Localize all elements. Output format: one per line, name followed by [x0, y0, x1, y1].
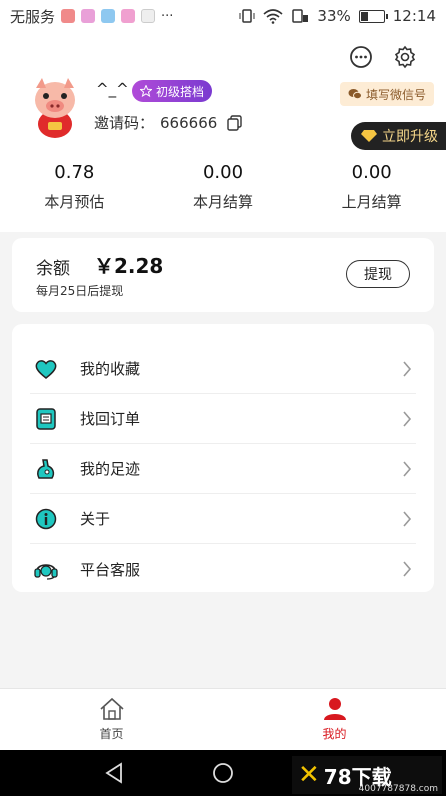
stat-value: 0.00 — [351, 162, 392, 183]
watermark-logo-icon: ✕ — [298, 760, 320, 790]
tab-mine[interactable]: 我的 — [223, 689, 446, 750]
tab-home[interactable]: 首页 — [0, 689, 223, 750]
stat-label: 上月结算 — [341, 193, 402, 211]
menu-label: 我的足迹 — [80, 460, 141, 478]
message-icon[interactable] — [348, 44, 374, 70]
copy-icon[interactable] — [227, 114, 243, 131]
settings-gear-icon[interactable] — [392, 44, 418, 70]
stat-monthly-estimate[interactable]: 0.78 本月预估 — [0, 162, 149, 212]
wechat-label: 填写微信号 — [365, 87, 426, 102]
menu-label: 关于 — [80, 510, 111, 528]
info-icon — [34, 507, 58, 531]
balance-amount: ￥2.28 — [94, 254, 164, 278]
nickname: ^_^ — [96, 80, 129, 98]
stat-value: 0.00 — [202, 162, 244, 183]
status-bar: 无服务 ··· 33% 12:14 — [0, 0, 446, 32]
menu-label: 平台客服 — [80, 560, 141, 579]
upgrade-label: 立即升级 — [382, 129, 438, 145]
menu-item-favorites[interactable]: 我的收藏 — [30, 344, 416, 394]
tab-home-label: 首页 — [99, 727, 124, 741]
invite-code-row: 邀请码： 666666 — [94, 112, 243, 133]
tab-mine-label: 我的 — [322, 727, 347, 741]
app-notification-icon — [81, 9, 96, 23]
watermark-url: 4007787878.com — [358, 784, 438, 794]
bottom-tab-bar: 首页 我的 — [0, 688, 446, 750]
withdraw-button[interactable]: 提现 — [346, 260, 410, 288]
star-icon — [140, 85, 152, 97]
chevron-right-icon — [403, 360, 412, 377]
carrier-text: 无服务 — [10, 7, 56, 26]
upgrade-button[interactable]: 立即升级 — [351, 122, 446, 150]
stat-last-month-settled[interactable]: 0.00 上月结算 — [297, 162, 446, 212]
stat-value: 0.78 — [54, 162, 95, 183]
heart-icon — [34, 357, 58, 381]
balance-label: 余额 — [36, 259, 70, 279]
user-icon — [323, 698, 346, 720]
balance-card: 余额 ￥2.28 每月25日后提现 提现 — [12, 238, 434, 312]
footprint-icon — [34, 457, 58, 481]
earnings-stats: 0.78 本月预估 0.00 本月结算 0.00 上月结算 — [0, 162, 446, 212]
menu-label: 我的收藏 — [80, 360, 141, 378]
menu-item-about[interactable]: 关于 — [30, 494, 416, 544]
menu-list: 我的收藏 找回订单 我的足迹 关于 平台客服 — [12, 324, 434, 592]
chevron-right-icon — [403, 561, 412, 577]
diamond-icon — [361, 130, 377, 142]
home-circle-icon[interactable] — [211, 761, 235, 785]
back-icon[interactable] — [103, 762, 125, 784]
sim-icon — [292, 9, 309, 23]
level-badge: 初级搭档 — [132, 80, 213, 102]
vibrate-icon — [239, 9, 255, 23]
invite-code: 666666 — [160, 113, 218, 132]
app-notification-icon — [101, 9, 116, 23]
home-icon — [99, 697, 124, 720]
fill-wechat-button[interactable]: 填写微信号 — [339, 82, 434, 106]
app-notification-icon — [121, 9, 136, 23]
more-notifications-icon: ··· — [161, 8, 174, 24]
battery-icon — [358, 9, 388, 23]
app-notification-icon — [141, 9, 156, 23]
chevron-right-icon — [403, 460, 412, 477]
order-icon — [34, 407, 58, 431]
withdraw-note: 每月25日后提现 — [36, 284, 124, 298]
wechat-icon — [348, 89, 362, 100]
chevron-right-icon — [403, 510, 412, 527]
wifi-icon — [263, 9, 283, 24]
stat-label: 本月结算 — [193, 193, 254, 211]
profile-header: 填写微信号 立即升级 ^_^ 初级搭档 邀请码： 666666 0.78 本月预… — [0, 32, 446, 232]
chevron-right-icon — [403, 410, 412, 427]
app-notification-icon — [61, 9, 76, 23]
stat-label: 本月预估 — [44, 193, 105, 211]
clock: 12:14 — [392, 7, 436, 25]
headset-icon — [34, 557, 58, 581]
menu-item-footprint[interactable]: 我的足迹 — [30, 444, 416, 494]
menu-item-recover-order[interactable]: 找回订单 — [30, 394, 416, 444]
battery-percent: 33% — [317, 7, 351, 25]
menu-item-customer-service[interactable]: 平台客服 — [30, 544, 416, 594]
level-label: 初级搭档 — [156, 84, 205, 99]
pig-mascot-avatar — [35, 78, 75, 138]
site-watermark: ✕ 78下载 4007787878.com — [292, 756, 442, 794]
menu-label: 找回订单 — [80, 410, 141, 428]
stat-monthly-settled[interactable]: 0.00 本月结算 — [149, 162, 298, 212]
avatar[interactable] — [22, 74, 88, 140]
invite-label: 邀请码： — [94, 114, 155, 132]
